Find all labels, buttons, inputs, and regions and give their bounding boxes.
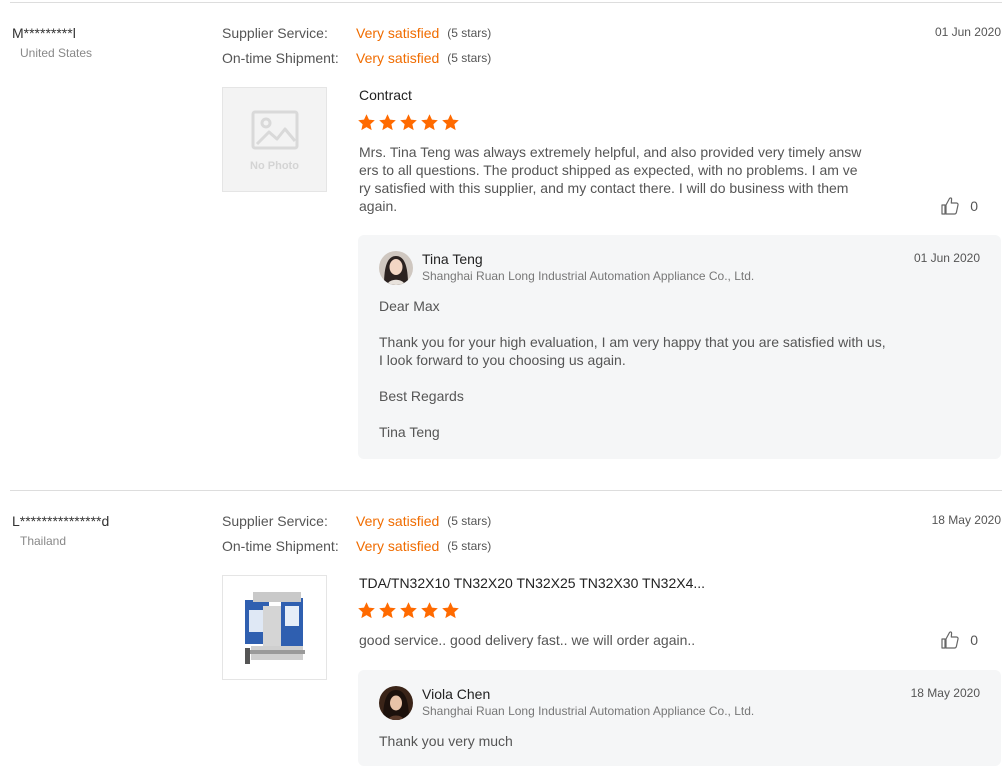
reply-text-line: Thank you for your high evaluation, I am… <box>379 334 886 350</box>
rating-label: Supplier Service: <box>222 25 328 41</box>
star-icon <box>399 113 418 132</box>
reply-company: Shanghai Ruan Long Industrial Automation… <box>422 269 755 283</box>
star-icon <box>378 113 397 132</box>
star-icon <box>357 113 376 132</box>
like-button[interactable]: 0 <box>940 196 978 216</box>
star-icon <box>441 113 460 132</box>
rating-value: Very satisfied <box>356 25 440 41</box>
rating-value: Very satisfied <box>356 538 440 554</box>
review-text-line: ry satisfied with this supplier, and my … <box>359 180 849 196</box>
avatar <box>379 251 413 285</box>
star-icon <box>420 601 439 620</box>
review-text: good service.. good delivery fast.. we w… <box>359 631 879 649</box>
review-text-line: again. <box>359 198 398 214</box>
reply-date: 18 May 2020 <box>910 686 980 700</box>
review-text: Mrs. Tina Teng was always extremely help… <box>359 143 879 215</box>
star-icon <box>399 601 418 620</box>
reply-text-line: Best Regards <box>379 388 464 404</box>
rating-label: On-time Shipment: <box>222 50 339 66</box>
star-icon <box>441 601 460 620</box>
supplier-service-rating: Supplier Service: Very satisfied (5 star… <box>222 511 491 531</box>
buyer-country: Thailand <box>20 534 67 548</box>
review-date: 18 May 2020 <box>931 513 1001 527</box>
reply-date: 01 Jun 2020 <box>913 251 980 265</box>
no-photo-label: No Photo <box>250 160 299 172</box>
ontime-shipment-rating: On-time Shipment: Very satisfied (5 star… <box>222 536 491 556</box>
review-divider <box>10 490 1002 491</box>
reply-text-line: Dear Max <box>379 298 440 314</box>
rating-label: On-time Shipment: <box>222 538 339 554</box>
top-divider <box>10 2 1002 3</box>
like-count: 0 <box>970 198 978 214</box>
supplier-reply: Tina Teng Shanghai Ruan Long Industrial … <box>358 235 1001 459</box>
reply-company: Shanghai Ruan Long Industrial Automation… <box>422 704 755 718</box>
reply-author-name: Viola Chen <box>422 686 491 702</box>
star-icon <box>357 601 376 620</box>
product-title[interactable]: Contract <box>359 87 719 103</box>
reply-text-line: Tina Teng <box>379 424 440 440</box>
rating-stars-text: (5 stars) <box>447 539 492 553</box>
thumbs-up-icon <box>940 196 960 216</box>
product-rating-stars <box>357 113 460 132</box>
supplier-service-rating: Supplier Service: Very satisfied (5 star… <box>222 23 491 43</box>
rating-stars-text: (5 stars) <box>447 51 492 65</box>
avatar <box>379 686 413 720</box>
like-count: 0 <box>970 632 978 648</box>
like-button[interactable]: 0 <box>940 630 978 650</box>
buyer-country: United States <box>20 46 93 60</box>
rating-stars-text: (5 stars) <box>447 26 492 40</box>
star-icon <box>420 113 439 132</box>
buyer-name: L***************d <box>12 513 110 529</box>
product-rating-stars <box>357 601 460 620</box>
rating-stars-text: (5 stars) <box>447 514 492 528</box>
rating-value: Very satisfied <box>356 513 440 529</box>
star-icon <box>378 601 397 620</box>
image-placeholder-icon <box>251 110 299 150</box>
buyer-name: M*********l <box>12 25 76 41</box>
product-thumbnail[interactable] <box>222 575 327 680</box>
reply-text-line: I look forward to you choosing us again. <box>379 352 626 368</box>
review-date: 01 Jun 2020 <box>934 25 1001 39</box>
review-text-line: Mrs. Tina Teng was always extremely help… <box>359 144 862 160</box>
product-title[interactable]: TDA/TN32X10 TN32X20 TN32X25 TN32X30 TN32… <box>359 575 719 591</box>
ontime-shipment-rating: On-time Shipment: Very satisfied (5 star… <box>222 48 491 68</box>
rating-value: Very satisfied <box>356 50 440 66</box>
rating-label: Supplier Service: <box>222 513 328 529</box>
thumbs-up-icon <box>940 630 960 650</box>
no-photo-thumbnail[interactable]: No Photo <box>222 87 327 192</box>
reply-text-line: Thank you very much <box>379 733 513 749</box>
product-image <box>245 592 305 664</box>
reply-author-name: Tina Teng <box>422 251 483 267</box>
supplier-reply: Viola Chen Shanghai Ruan Long Industrial… <box>358 670 1001 766</box>
review-text-line: ers to all questions. The product shippe… <box>359 162 858 178</box>
review-text-line: good service.. good delivery fast.. we w… <box>359 632 696 648</box>
